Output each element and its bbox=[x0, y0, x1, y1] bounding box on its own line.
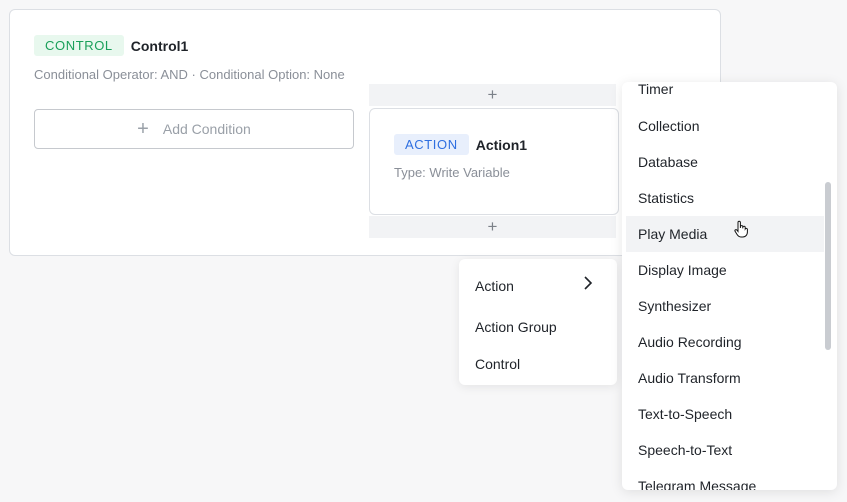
plus-icon: + bbox=[137, 118, 149, 140]
action-tag: ACTION bbox=[394, 134, 469, 155]
plus-icon: + bbox=[487, 85, 498, 104]
add-condition-button[interactable]: + Add Condition bbox=[34, 109, 354, 149]
submenu-item[interactable]: Audio Transform bbox=[626, 360, 824, 396]
submenu-item[interactable]: Display Image bbox=[626, 252, 824, 288]
control-subtitle: Conditional Operator: AND · Conditional … bbox=[34, 67, 345, 82]
submenu-item-label: Play Media bbox=[638, 226, 708, 242]
plus-icon: + bbox=[487, 217, 498, 236]
menu-item-action[interactable]: Action bbox=[475, 278, 514, 294]
action-name: Action1 bbox=[475, 136, 528, 153]
insert-menu: Action Action Group Control bbox=[459, 259, 617, 385]
submenu-item[interactable]: Timer bbox=[626, 82, 824, 107]
control-tag: CONTROL bbox=[34, 35, 124, 56]
control-name: Control1 bbox=[130, 37, 189, 54]
action-card[interactable]: ACTION Action1 Type: Write Variable bbox=[369, 108, 619, 215]
insert-below-button[interactable]: + bbox=[369, 216, 616, 238]
submenu-item[interactable]: Database bbox=[626, 144, 824, 180]
submenu-item[interactable]: Telegram Message bbox=[626, 468, 824, 490]
action-subtitle: Type: Write Variable bbox=[394, 165, 510, 180]
action-header: ACTION Action1 bbox=[394, 134, 527, 155]
submenu-item[interactable]: Synthesizer bbox=[626, 288, 824, 324]
submenu-item[interactable]: Text-to-Speech bbox=[626, 396, 824, 432]
submenu-item[interactable]: Collection bbox=[626, 108, 824, 144]
chevron-right-icon bbox=[583, 276, 593, 295]
hand-cursor-icon bbox=[734, 220, 748, 242]
insert-above-button[interactable]: + bbox=[369, 84, 616, 106]
submenu-scrollbar[interactable] bbox=[825, 182, 831, 350]
submenu-item-hovered[interactable]: Play Media bbox=[626, 216, 824, 252]
action-type-submenu: Timer Collection Database Statistics Pla… bbox=[622, 82, 837, 490]
menu-item-control[interactable]: Control bbox=[475, 356, 520, 372]
submenu-item[interactable]: Speech-to-Text bbox=[626, 432, 824, 468]
add-condition-label: Add Condition bbox=[162, 121, 251, 137]
control-header: CONTROL Control1 bbox=[34, 35, 188, 56]
menu-item-action-group[interactable]: Action Group bbox=[475, 319, 557, 335]
submenu-item[interactable]: Audio Recording bbox=[626, 324, 824, 360]
submenu-item[interactable]: Statistics bbox=[626, 180, 824, 216]
